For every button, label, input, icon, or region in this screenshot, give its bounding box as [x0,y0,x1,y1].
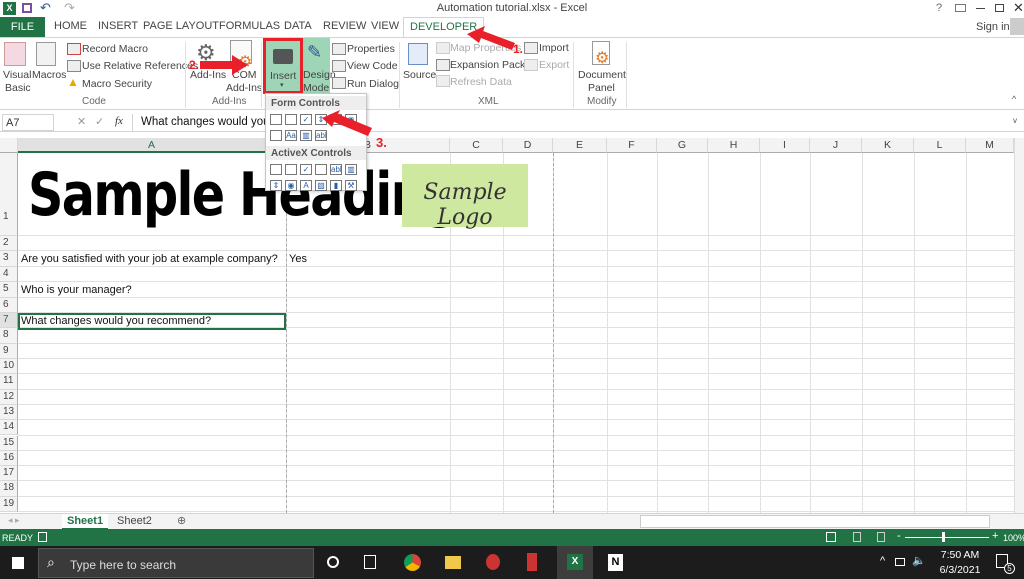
battery-icon[interactable] [895,558,905,566]
annotation-arrows [200,26,515,136]
new-sheet-icon[interactable]: ⊕ [177,514,186,527]
snip-sketch-icon[interactable] [527,553,537,571]
zoom-slider-thumb[interactable] [942,532,945,542]
taskbar-search[interactable]: ⌕ Type here to search [38,548,314,578]
taskbar: ⌕ Type here to search X N ^ 🔈 7:50 AM 6/… [0,546,1024,579]
notification-count: 5 [1004,563,1015,574]
volume-icon[interactable]: 🔈 [912,554,926,567]
annotation-1: 1. [513,42,524,56]
excel-taskbar-icon: X [567,554,583,570]
chrome-icon[interactable] [404,554,421,571]
cortana-icon[interactable] [327,556,339,568]
page-layout-view-icon[interactable] [853,532,861,542]
notion-icon[interactable]: N [608,554,623,571]
show-hidden-icons[interactable]: ^ [880,555,885,567]
horizontal-scrollbar[interactable] [640,515,990,528]
snipping-app-icon[interactable] [486,554,500,570]
arrow-3 [322,110,372,136]
excel-taskbar-button[interactable]: X [557,546,593,579]
clock-time[interactable]: 7:50 AM [940,549,980,561]
zoom-level[interactable]: 100% [1003,533,1024,543]
task-view-icon[interactable] [364,555,376,569]
zoom-slider[interactable] [905,537,989,538]
search-placeholder: Type here to search [70,558,177,572]
status-ready: READY [2,533,34,543]
sheet-tab-bar: ◂ ▸ Sheet1 Sheet2 ⊕ [0,513,1024,530]
arrow-1 [467,26,515,50]
status-bar: READY - + 100% [0,529,1024,546]
sheet-tab-sheet2[interactable]: Sheet2 [112,514,157,528]
page-break-view-icon[interactable] [877,532,885,542]
annotation-2: 2. [189,58,200,72]
sheet-tab-sheet1[interactable]: Sheet1 [62,514,109,530]
windows-start-icon[interactable] [12,557,24,569]
annotation-3: 3. [376,135,387,150]
arrow-2 [200,55,248,75]
prev-sheet-icon[interactable]: ◂ ▸ [8,515,20,526]
file-explorer-icon[interactable] [445,556,461,569]
macro-record-icon[interactable] [38,532,47,542]
normal-view-icon[interactable] [826,532,836,542]
zoom-out-button[interactable]: - [897,530,901,542]
clock-date[interactable]: 6/3/2021 [937,564,983,576]
zoom-in-button[interactable]: + [992,530,998,542]
search-icon: ⌕ [47,554,55,570]
